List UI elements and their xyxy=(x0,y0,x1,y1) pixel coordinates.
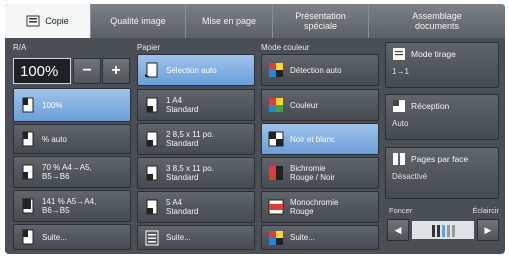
option-label: Couleur xyxy=(290,100,319,110)
pages-per-side-title: Pages par face xyxy=(411,154,469,164)
density-current-bar xyxy=(441,225,445,237)
paper-option-tray2[interactable]: 2 8,5 x 11 po. Standard xyxy=(137,123,255,155)
paper-section-label: Papier xyxy=(137,43,161,52)
option-label: 70 % A4→A5, B5→B6 xyxy=(42,163,92,181)
color-option-auto[interactable]: Détection auto xyxy=(261,54,379,86)
pages-per-side-button[interactable]: Pages par face Désactivé xyxy=(385,147,499,199)
density-left-arrow[interactable]: ◀ xyxy=(387,219,409,241)
color-option-mono-red[interactable]: Monochromie Rouge xyxy=(261,191,379,223)
density-scale[interactable] xyxy=(412,221,474,239)
option-label: Suite... xyxy=(42,232,67,242)
zoom-option-100[interactable]: 100% xyxy=(13,88,131,122)
option-label: Détection auto xyxy=(290,65,342,75)
black-white-icon xyxy=(268,131,284,147)
print-mode-value: 1→1 xyxy=(392,67,409,76)
density-control: ◀ ▶ xyxy=(387,218,499,242)
paper-auto-icon xyxy=(144,62,160,78)
tab-image-quality[interactable]: Qualité image xyxy=(91,4,186,38)
paper-option-auto[interactable]: Sélection auto xyxy=(137,54,255,86)
tab-label: Mise en page xyxy=(201,16,257,26)
option-label: Suite... xyxy=(290,233,315,242)
enlarge-icon xyxy=(20,198,36,214)
print-mode-button[interactable]: Mode tirage 1→1 xyxy=(385,42,499,88)
zoom-option-auto[interactable]: % auto xyxy=(13,124,131,154)
reduction-button[interactable]: Réception Auto xyxy=(385,94,499,140)
tray-icon xyxy=(144,165,160,181)
option-label: 141 % A5→A4, B6→B5 xyxy=(42,197,97,215)
option-label: 3 8,5 x 11 po. Standard xyxy=(166,164,214,182)
option-label: Suite... xyxy=(166,233,191,242)
list-icon xyxy=(144,230,160,246)
red-black-icon xyxy=(268,165,284,181)
density-lighter-label: Éclaircir xyxy=(472,206,499,215)
reduction-title: Réception xyxy=(411,101,450,111)
pages-per-side-icon xyxy=(392,152,406,166)
density-darker-label: Foncer xyxy=(389,206,413,215)
density-right-arrow[interactable]: ▶ xyxy=(477,219,499,241)
copy-screen: Copie Qualité image Mise en page Présent… xyxy=(5,4,505,254)
paper-more-button[interactable]: Suite... xyxy=(137,225,255,250)
zoom-increase-button[interactable]: + xyxy=(102,58,130,84)
color-option-black-white[interactable]: Noir et blanc xyxy=(261,123,379,155)
tray-icon xyxy=(144,199,160,215)
option-label: 2 8,5 x 11 po. Standard xyxy=(166,130,214,148)
tab-special-format[interactable]: Présentation spéciale xyxy=(273,4,369,38)
option-label: Noir et blanc xyxy=(290,134,335,144)
paper-option-tray3[interactable]: 3 8,5 x 11 po. Standard xyxy=(137,157,255,189)
tab-label: Présentation spéciale xyxy=(295,11,346,31)
tab-copy[interactable]: Copie xyxy=(5,4,91,38)
tray-icon xyxy=(144,131,160,147)
color-option-color[interactable]: Couleur xyxy=(261,89,379,121)
option-label: Monochromie Rouge xyxy=(290,198,339,216)
mono-red-icon xyxy=(268,199,284,215)
tab-label: Assemblage documents xyxy=(412,11,462,31)
zoom-option-141[interactable]: 141 % A5→A4, B6→B5 xyxy=(13,190,131,222)
tab-layout[interactable]: Mise en page xyxy=(186,4,273,38)
tray-icon xyxy=(144,97,160,113)
option-label: % auto xyxy=(42,134,67,144)
zoom-option-70[interactable]: 70 % A4→A5, B5→B6 xyxy=(13,156,131,188)
color-icon xyxy=(268,97,284,113)
tab-label: Qualité image xyxy=(110,16,166,26)
zoom-decrease-button[interactable]: − xyxy=(73,58,101,84)
density-bar xyxy=(446,225,450,237)
tab-bar: Copie Qualité image Mise en page Présent… xyxy=(5,4,505,38)
paper-option-tray5[interactable]: 5 A4 Standard xyxy=(137,191,255,223)
option-label: 1 A4 Standard xyxy=(166,96,199,114)
print-mode-title: Mode tirage xyxy=(411,49,456,59)
page-icon xyxy=(20,131,36,147)
density-bar xyxy=(451,225,455,237)
print-mode-icon xyxy=(392,47,406,61)
option-label: Bichromie Rouge / Noir xyxy=(290,164,335,182)
color-mode-section-label: Mode couleur xyxy=(261,43,310,52)
color-option-red-black[interactable]: Bichromie Rouge / Noir xyxy=(261,157,379,189)
paper-option-tray1[interactable]: 1 A4 Standard xyxy=(137,89,255,121)
zoom-more-button[interactable]: Suite... xyxy=(13,224,131,250)
page-icon xyxy=(20,97,36,113)
zoom-value-field[interactable]: 100% xyxy=(13,58,71,84)
density-bar xyxy=(436,225,440,237)
density-labels: Foncer Éclaircir xyxy=(389,206,499,215)
option-label: Sélection auto xyxy=(166,65,217,75)
reduce-icon xyxy=(20,164,36,180)
color-icon xyxy=(268,230,284,246)
density-bar xyxy=(431,225,435,237)
option-label: 100% xyxy=(42,100,63,110)
auto-color-icon xyxy=(268,62,284,78)
pages-per-side-value: Désactivé xyxy=(392,172,428,181)
copy-icon xyxy=(26,15,40,27)
zoom-section-label: R/A xyxy=(13,43,27,52)
option-label: 5 A4 Standard xyxy=(166,198,199,216)
reduction-icon xyxy=(392,99,406,113)
reduction-value: Auto xyxy=(392,119,409,128)
tab-assembly[interactable]: Assemblage documents xyxy=(369,4,505,38)
tab-label: Copie xyxy=(45,16,69,26)
color-more-button[interactable]: Suite... xyxy=(261,225,379,250)
page-icon xyxy=(20,229,36,245)
